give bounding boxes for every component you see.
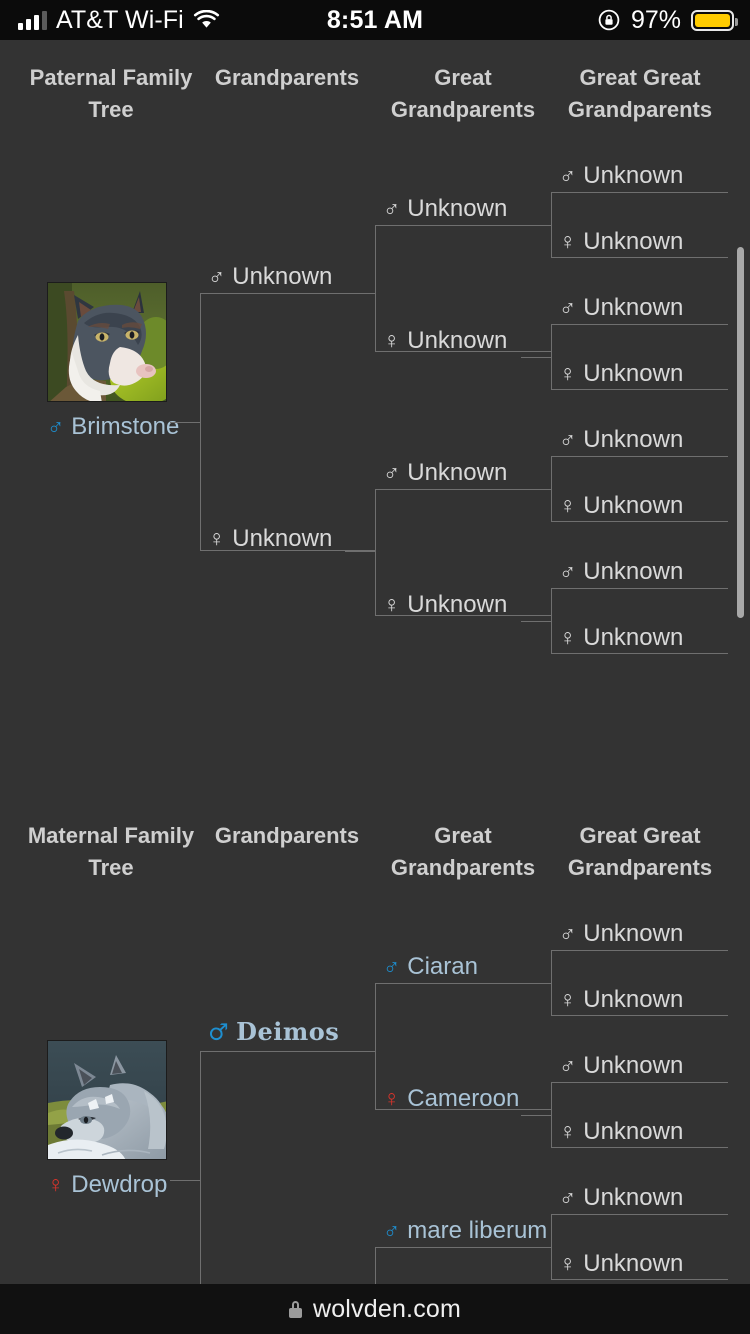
male-symbol-icon: ♂ [559,558,577,584]
header-paternal-family-tree: Paternal Family Tree [29,65,193,122]
female-symbol-icon: ♀ [559,1118,577,1144]
maternal-ggg-mother-1[interactable]: ♀ Unknown [559,985,683,1014]
paternal-great-grandmother-1[interactable]: ♀ Unknown [383,326,507,355]
female-symbol-icon: ♀ [559,492,577,518]
male-symbol-icon: ♂ [47,413,65,439]
paternal-ggg-stub-3 [521,489,552,490]
maternal-ggg-stub-2 [521,1115,552,1116]
maternal-ggg-stub-3 [521,1247,552,1248]
paternal-ggg-stub-4 [521,621,552,622]
paternal-grandparents-bracket [200,293,376,551]
battery-percent-label: 97% [630,5,681,34]
paternal-ggg-father-2[interactable]: ♂ Unknown [559,293,683,322]
maternal-ggg-father-3[interactable]: ♂ Unknown [559,1183,683,1212]
paternal-grandfather[interactable]: ♂ Unknown [208,262,332,291]
maternal-grandparents-bracket [200,1051,376,1294]
subject-name-brimstone[interactable]: ♂ Brimstone [47,412,179,441]
maternal-subject-stub [170,1180,201,1181]
safari-bottom-bar[interactable]: wolvden.com [0,1284,750,1334]
female-symbol-icon: ♀ [559,986,577,1012]
url-label[interactable]: wolvden.com [313,1295,461,1324]
status-bar-right: 97% [597,5,738,35]
male-symbol-icon: ♂ [383,1217,401,1243]
wolf-portrait-dewdrop[interactable] [47,1040,167,1160]
male-symbol-icon: ♂ [383,195,401,221]
maternal-great-grandmother-cameroon[interactable]: ♀ Cameroon [383,1084,519,1113]
lock-icon [288,1300,302,1318]
male-symbol-icon: ♂ [559,1052,577,1078]
maternal-ggg-stub-1 [521,983,552,984]
maternal-ggg-mother-2[interactable]: ♀ Unknown [559,1117,683,1146]
maternal-ggg-father-1[interactable]: ♂ Unknown [559,919,683,948]
male-symbol-icon: ♂ [559,162,577,188]
paternal-ggg-father-4[interactable]: ♂ Unknown [559,557,683,586]
male-symbol-icon: ♂ [383,953,401,979]
subject-name-text: Brimstone [71,413,180,440]
male-symbol-icon: ♂ [559,294,577,320]
paternal-family-tree: Paternal Family Tree Grandparents Great … [0,40,750,654]
paternal-ggg-stub-1 [521,225,552,226]
female-symbol-icon: ♀ [559,1250,577,1276]
subject-name-dewdrop[interactable]: ♀ Dewdrop [47,1170,167,1199]
paternal-ggg-father-1[interactable]: ♂ Unknown [559,161,683,190]
maternal-gg-stub-1 [345,1051,376,1052]
female-symbol-icon: ♀ [47,1171,65,1197]
maternal-grandfather-deimos[interactable]: ♂ Deimos [208,1018,339,1047]
maternal-ggg-father-2[interactable]: ♂ Unknown [559,1051,683,1080]
ios-status-bar: AT&T Wi-Fi 8:51 AM 97% [0,0,750,40]
male-symbol-icon: ♂ [559,1184,577,1210]
header-great-great-grandparents: Great Great Grandparents [567,65,713,122]
header-grandparents: Grandparents [214,65,360,90]
paternal-gg-stub-2 [345,551,376,552]
female-symbol-icon: ♀ [208,525,226,551]
paternal-column-headers: Paternal Family Tree Grandparents Great … [0,40,750,144]
female-symbol-icon: ♀ [559,624,577,650]
header-great-grandparents: Great Grandparents [390,65,536,122]
paternal-ggg-mother-2[interactable]: ♀ Unknown [559,359,683,388]
female-symbol-icon: ♀ [383,1085,401,1111]
paternal-grandmother[interactable]: ♀ Unknown [208,524,332,553]
female-symbol-icon: ♀ [559,228,577,254]
header-maternal-great-great-grandparents: Great Great Grandparents [567,823,713,880]
male-symbol-icon: ♂ [208,263,226,289]
paternal-ggg-mother-3[interactable]: ♀ Unknown [559,491,683,520]
paternal-gg-stub-1 [345,293,376,294]
battery-icon [691,9,738,31]
paternal-ggg-father-3[interactable]: ♂ Unknown [559,425,683,454]
page-content[interactable]: Paternal Family Tree Grandparents Great … [0,40,750,1294]
header-maternal-grandparents: Grandparents [214,823,360,848]
header-maternal-great-grandparents: Great Grandparents [390,823,536,880]
phone-screen: AT&T Wi-Fi 8:51 AM 97% Paternal Family T… [0,0,750,1334]
subject-name-text: Dewdrop [71,1171,168,1198]
female-symbol-icon: ♀ [559,360,577,386]
header-maternal-family-tree: Maternal Family Tree [27,823,195,880]
subject-card-brimstone[interactable]: ♂ Brimstone [47,282,179,441]
paternal-ggg-stub-2 [521,357,552,358]
maternal-ggg-mother-3[interactable]: ♀ Unknown [559,1249,683,1278]
rotation-lock-icon [598,9,620,31]
male-symbol-icon: ♂ [559,426,577,452]
male-symbol-icon: ♂ [559,920,577,946]
paternal-great-grandfather-2[interactable]: ♂ Unknown [383,458,507,487]
female-symbol-icon: ♀ [383,591,401,617]
paternal-ggg-mother-4[interactable]: ♀ Unknown [559,623,683,652]
paternal-subject-stub [170,422,201,423]
male-symbol-icon: ♂ [208,1019,230,1046]
paternal-great-grandmother-2[interactable]: ♀ Unknown [383,590,507,619]
page-scrollbar[interactable] [737,247,744,618]
female-symbol-icon: ♀ [383,327,401,353]
wolf-portrait-brimstone[interactable] [47,282,167,402]
paternal-ggg-mother-1[interactable]: ♀ Unknown [559,227,683,256]
paternal-great-grandfather-1[interactable]: ♂ Unknown [383,194,507,223]
subject-card-dewdrop[interactable]: ♀ Dewdrop [47,1040,167,1199]
male-symbol-icon: ♂ [383,459,401,485]
maternal-great-grandfather-ciaran[interactable]: ♂ Ciaran [383,952,478,981]
maternal-great-grandfather-mare-liberum[interactable]: ♂ mare liberum [383,1216,547,1245]
